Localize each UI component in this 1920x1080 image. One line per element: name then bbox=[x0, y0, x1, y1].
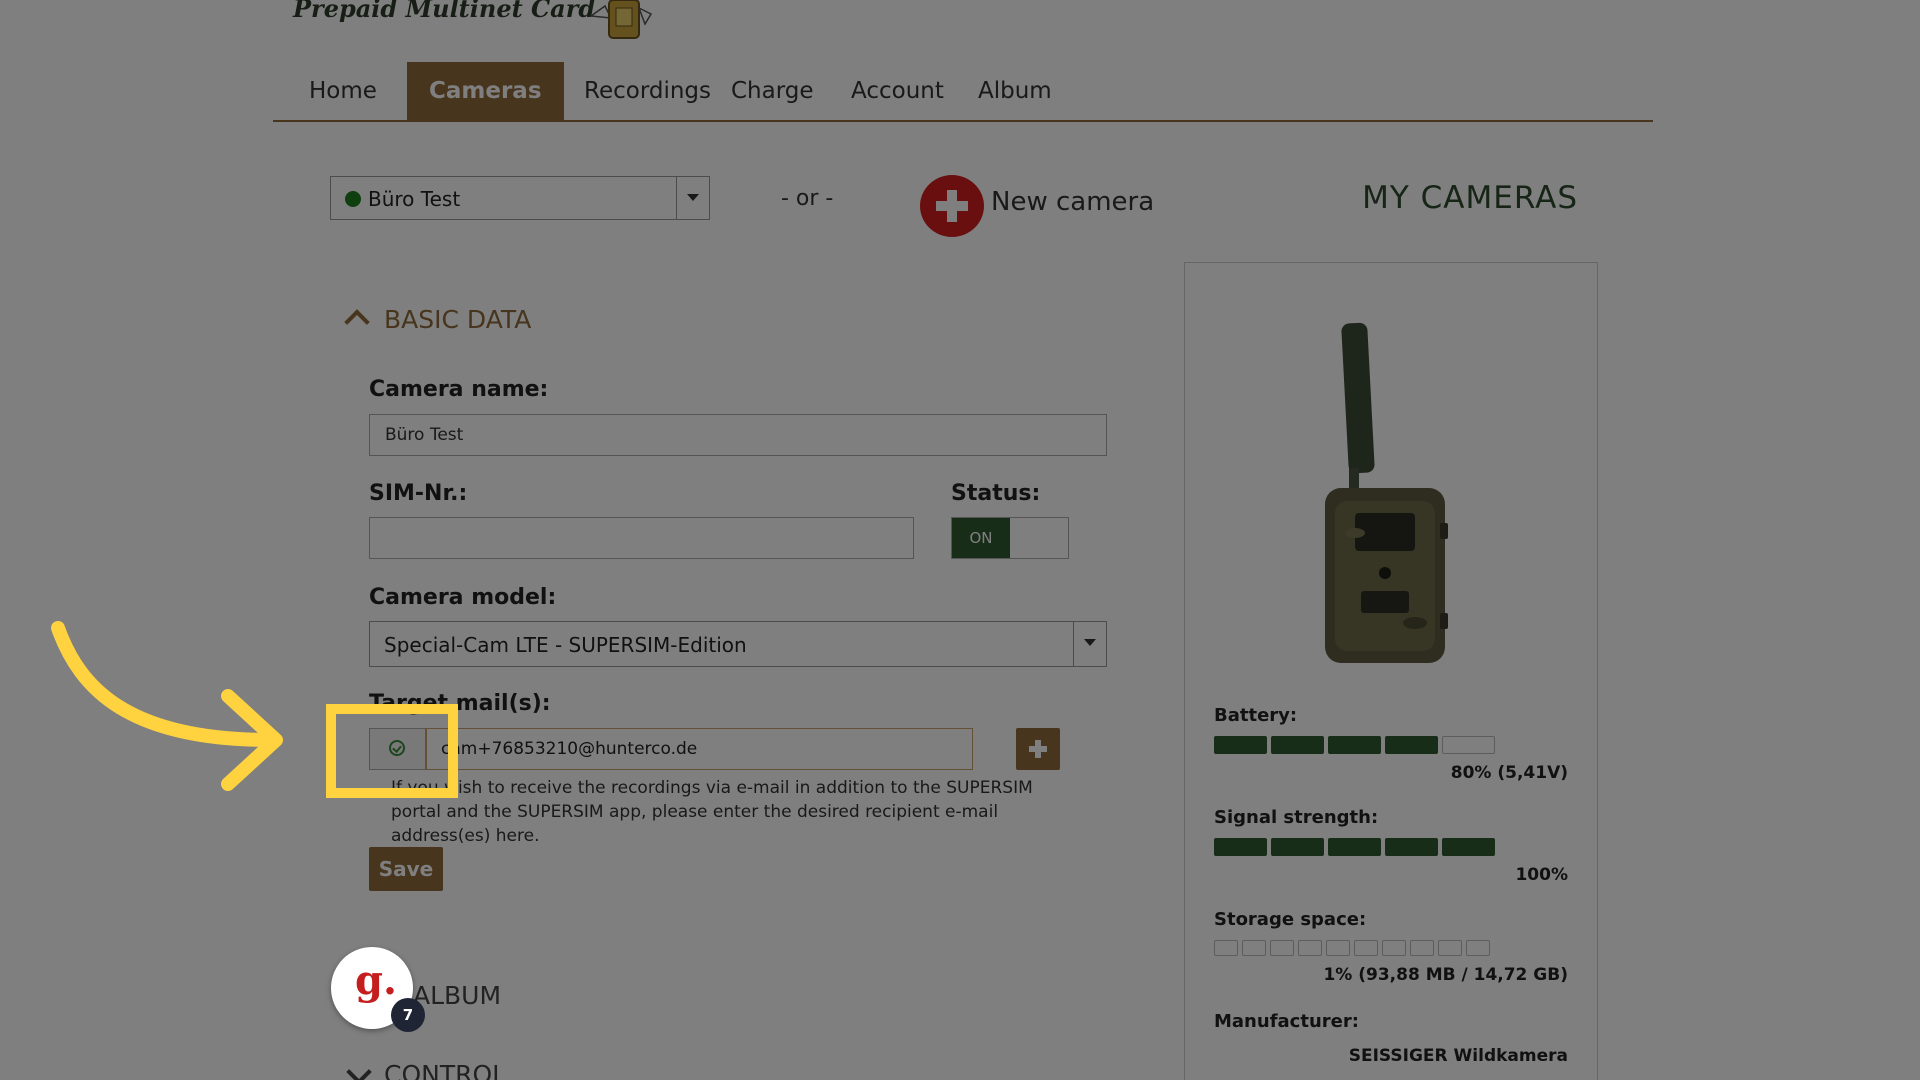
camera-info-panel: Battery: 80% (5,41V) Signal strength: 10… bbox=[1184, 262, 1598, 1080]
sim-card-logo-icon bbox=[588, 0, 653, 39]
new-camera-button[interactable]: New camera bbox=[991, 187, 1154, 217]
target-mail-input[interactable]: cam+76853210@hunterco.de bbox=[426, 728, 973, 770]
meter-segment bbox=[1242, 940, 1266, 956]
chevron-down-icon[interactable] bbox=[1073, 622, 1106, 666]
album-section-title[interactable]: ALBUM bbox=[413, 981, 501, 1010]
battery-value: 80% (5,41V) bbox=[1450, 763, 1568, 783]
pointer-arrow-icon bbox=[51, 621, 283, 791]
status-label: Status: bbox=[951, 481, 1041, 506]
page: Prepaid Multinet Card Home Cameras Recor… bbox=[273, 0, 1653, 1080]
meter-segment bbox=[1271, 838, 1324, 856]
trail-camera-image bbox=[1325, 322, 1448, 663]
battery-bars bbox=[1214, 736, 1495, 754]
meter-segment bbox=[1328, 838, 1381, 856]
meter-segment bbox=[1298, 940, 1322, 956]
control-section-title[interactable]: CONTROL bbox=[384, 1060, 506, 1080]
meter-segment bbox=[1382, 940, 1406, 956]
plus-circle-icon[interactable] bbox=[920, 175, 984, 237]
meter-segment bbox=[1438, 940, 1462, 956]
target-mail-help-text: If you wish to receive the recordings vi… bbox=[391, 778, 1033, 846]
save-button[interactable]: Save bbox=[369, 847, 443, 891]
meter-segment bbox=[1442, 736, 1495, 754]
battery-label: Battery: bbox=[1214, 705, 1298, 726]
highlight-box bbox=[326, 704, 458, 798]
storage-value: 1% (93,88 MB / 14,72 GB) bbox=[1323, 965, 1568, 985]
meter-segment bbox=[1410, 940, 1434, 956]
chevron-down-icon[interactable] bbox=[676, 177, 709, 219]
meter-segment bbox=[1328, 736, 1381, 754]
chevron-down-icon[interactable] bbox=[346, 1059, 372, 1080]
signal-value: 100% bbox=[1515, 865, 1568, 885]
camera-model-value: Special-Cam LTE - SUPERSIM-Edition bbox=[384, 633, 747, 657]
sim-label: SIM-Nr.: bbox=[369, 481, 468, 506]
meter-segment bbox=[1214, 940, 1238, 956]
basic-data-section-title[interactable]: BASIC DATA bbox=[384, 305, 531, 334]
meter-segment bbox=[1214, 736, 1267, 754]
notification-badge[interactable]: g. 7 bbox=[331, 947, 425, 1032]
meter-segment bbox=[1270, 940, 1294, 956]
meter-segment bbox=[1466, 940, 1490, 956]
camera-name-label: Camera name: bbox=[369, 377, 549, 402]
signal-bars bbox=[1214, 838, 1495, 856]
meter-segment bbox=[1271, 736, 1324, 754]
nav-item-cameras[interactable]: Cameras bbox=[407, 62, 564, 120]
nav-item-home[interactable]: Home bbox=[287, 62, 399, 120]
nav-item-charge[interactable]: Charge bbox=[709, 62, 836, 120]
camera-select-value: Büro Test bbox=[368, 187, 461, 211]
meter-segment bbox=[1385, 838, 1438, 856]
status-toggle-on: ON bbox=[952, 518, 1010, 558]
meter-segment bbox=[1385, 736, 1438, 754]
nav-item-album[interactable]: Album bbox=[956, 62, 1074, 120]
sim-input[interactable] bbox=[369, 517, 914, 559]
brand-g-icon: g. bbox=[355, 957, 397, 1004]
camera-model-select[interactable]: Special-Cam LTE - SUPERSIM-Edition bbox=[369, 621, 1107, 667]
page-title: MY CAMERAS bbox=[1362, 180, 1578, 216]
storage-bars bbox=[1214, 940, 1490, 956]
camera-model-label: Camera model: bbox=[369, 585, 557, 610]
main-nav: Home Cameras Recordings Charge Account A… bbox=[273, 62, 1653, 122]
meter-segment bbox=[1326, 940, 1350, 956]
or-separator: - or - bbox=[781, 186, 834, 211]
notification-count: 7 bbox=[391, 998, 425, 1032]
meter-segment bbox=[1442, 838, 1495, 856]
nav-item-recordings[interactable]: Recordings bbox=[562, 62, 733, 120]
status-toggle[interactable]: ON bbox=[951, 517, 1069, 559]
meter-segment bbox=[1354, 940, 1378, 956]
manufacturer-value: SEISSIGER Wildkamera bbox=[1348, 1046, 1568, 1066]
nav-item-account[interactable]: Account bbox=[829, 62, 966, 120]
meter-segment bbox=[1214, 838, 1267, 856]
chevron-up-icon[interactable] bbox=[344, 309, 370, 335]
storage-label: Storage space: bbox=[1214, 909, 1367, 930]
add-mail-button[interactable] bbox=[1016, 728, 1060, 770]
logo[interactable]: Prepaid Multinet Card bbox=[293, 0, 595, 23]
status-dot-icon bbox=[345, 191, 361, 207]
camera-select[interactable]: Büro Test bbox=[330, 176, 710, 220]
manufacturer-label: Manufacturer: bbox=[1214, 1011, 1359, 1032]
camera-name-input[interactable]: Büro Test bbox=[369, 414, 1107, 456]
signal-label: Signal strength: bbox=[1214, 807, 1379, 828]
